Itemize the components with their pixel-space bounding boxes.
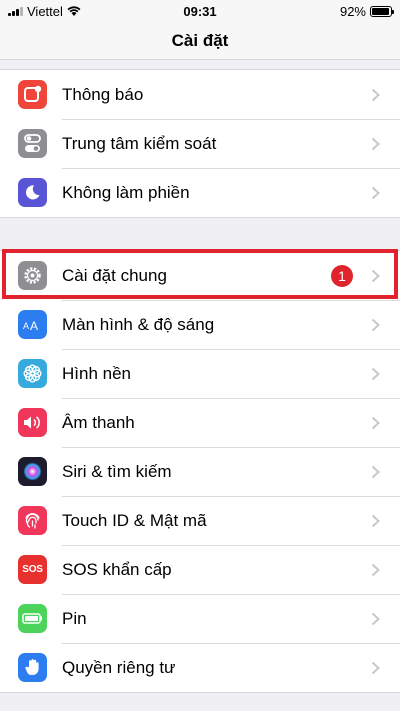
settings-row-label: Cài đặt chung	[62, 265, 167, 285]
svg-text:A: A	[30, 319, 38, 331]
fingerprint-icon	[18, 506, 47, 535]
status-left: Viettel	[8, 4, 128, 19]
battery-icon	[18, 604, 47, 633]
display-brightness-icon: AA	[18, 310, 47, 339]
battery-status-icon	[370, 5, 394, 17]
settings-row-label: Trung tâm kiểm soát	[62, 133, 217, 153]
settings-row-label: Touch ID & Mật mã	[62, 510, 207, 530]
battery-percent: 92%	[339, 3, 366, 19]
settings-row-display-brightness[interactable]: AA Màn hình & độ sáng	[0, 300, 400, 349]
settings-row-label: SOS khẩn cấp	[62, 559, 172, 579]
chevron-right-icon	[371, 318, 380, 331]
siri-icon	[18, 457, 47, 486]
settings-row-label: Không làm phiền	[62, 182, 190, 202]
settings-row-sounds[interactable]: Âm thanh	[0, 398, 400, 447]
cellular-signal-icon	[8, 6, 23, 16]
settings-row-wallpaper[interactable]: Hình nền	[0, 349, 400, 398]
carrier-name: Viettel	[27, 3, 63, 19]
settings-group-1: Thông báo Trung tâm kiểm soát Không làm …	[0, 69, 400, 218]
sos-icon-text: SOS	[22, 564, 43, 575]
chevron-right-icon	[371, 661, 380, 674]
gear-icon	[18, 261, 47, 290]
settings-group-2: Cài đặt chung 1 AA Màn hình & độ sáng Hì…	[0, 250, 400, 693]
chevron-right-icon	[371, 563, 380, 576]
battery-fill	[372, 7, 389, 15]
svg-text:A: A	[23, 321, 29, 331]
notifications-icon	[18, 80, 47, 109]
chevron-right-icon	[371, 88, 380, 101]
status-right: 92%	[272, 3, 394, 19]
control-center-icon	[18, 129, 47, 158]
settings-row-touch-id-passcode[interactable]: Touch ID & Mật mã	[0, 496, 400, 545]
chevron-right-icon	[371, 137, 380, 150]
settings-row-label: Hình nền	[62, 363, 131, 383]
sos-icon: SOS	[18, 555, 47, 584]
chevron-right-icon	[371, 367, 380, 380]
speaker-icon	[18, 408, 47, 437]
settings-row-battery[interactable]: Pin	[0, 594, 400, 643]
chevron-right-icon	[371, 465, 380, 478]
settings-row-do-not-disturb[interactable]: Không làm phiền	[0, 168, 400, 217]
settings-row-privacy[interactable]: Quyền riêng tư	[0, 643, 400, 692]
wifi-icon	[67, 6, 81, 16]
settings-row-label: Siri & tìm kiếm	[62, 461, 172, 481]
status-time: 09:31	[183, 3, 217, 19]
wallpaper-flower-icon	[18, 359, 47, 388]
notification-badge: 1	[331, 264, 353, 287]
chevron-right-icon	[371, 514, 380, 527]
settings-row-emergency-sos[interactable]: SOS SOS khẩn cấp	[0, 545, 400, 594]
status-bar: Viettel 09:31 92%	[0, 0, 400, 22]
chevron-right-icon	[371, 416, 380, 429]
settings-row-notifications[interactable]: Thông báo	[0, 70, 400, 119]
settings-row-label: Thông báo	[62, 84, 144, 104]
settings-row-label: Âm thanh	[62, 412, 135, 432]
hand-icon	[18, 653, 47, 682]
settings-row-general[interactable]: Cài đặt chung 1	[0, 251, 400, 300]
page-title: Cài đặt	[171, 30, 229, 50]
settings-row-control-center[interactable]: Trung tâm kiểm soát	[0, 119, 400, 168]
settings-row-siri-search[interactable]: Siri & tìm kiếm	[0, 447, 400, 496]
settings-row-label: Quyền riêng tư	[62, 657, 176, 677]
chevron-right-icon	[371, 612, 380, 625]
moon-icon	[18, 178, 47, 207]
chevron-right-icon	[371, 186, 380, 199]
chevron-right-icon	[371, 269, 380, 282]
settings-row-label: Màn hình & độ sáng	[62, 314, 215, 334]
nav-bar: Cài đặt	[0, 22, 400, 60]
settings-row-label: Pin	[62, 608, 87, 628]
